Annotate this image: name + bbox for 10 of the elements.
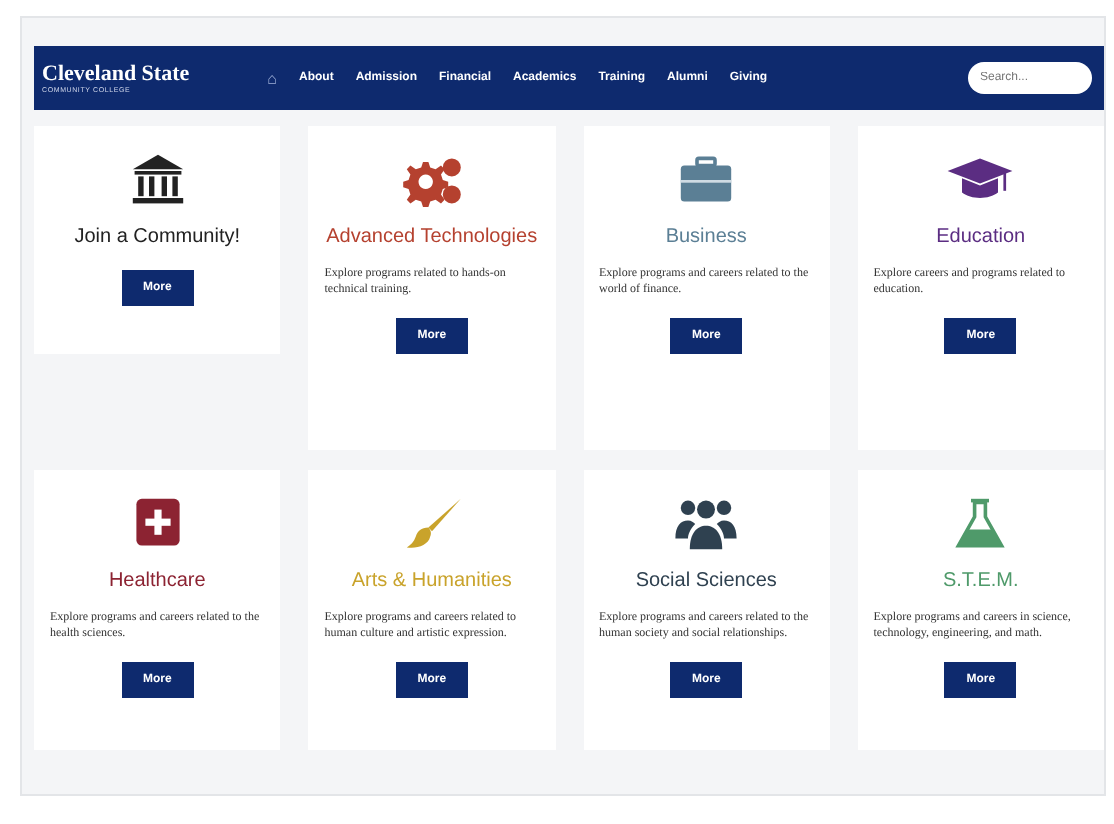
card-title: S.T.E.M.: [942, 570, 1019, 593]
card-title: Business: [665, 226, 747, 249]
card-title: Social Sciences: [635, 570, 777, 593]
card-title: Join a Community!: [74, 226, 241, 249]
card-title: Healthcare: [108, 570, 206, 593]
logo-title[interactable]: Cleveland State: [42, 62, 190, 86]
card-title: Advanced Technologies: [326, 226, 538, 249]
home-link[interactable]: ⌂: [267, 69, 277, 87]
card-title: Arts & Humanities: [351, 570, 512, 593]
card-title: Education: [936, 226, 1026, 249]
